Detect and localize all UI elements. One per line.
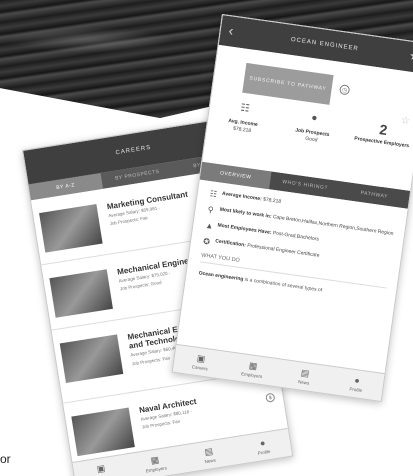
briefcase-icon: ▣ xyxy=(95,462,106,474)
detail-label: Average Income: xyxy=(221,190,263,203)
stat-job-prospects: ● Job Prospects Good xyxy=(276,108,349,147)
nav-careers[interactable]: ▣ Careers xyxy=(173,345,229,379)
career-thumbnail xyxy=(59,334,124,383)
person-icon: ● xyxy=(353,374,361,386)
careers-title: CAREERS xyxy=(115,144,152,157)
nav-label: Careers xyxy=(191,363,209,371)
detail-title: OCEAN ENGINEER xyxy=(290,36,359,53)
nav-label: Profile xyxy=(349,385,363,393)
back-arrow-icon[interactable]: ‹ xyxy=(228,22,236,39)
overview-details: ☷ Average Income: $78,218 ⚲ Most likely … xyxy=(176,179,408,378)
book-icon: ▤ xyxy=(203,445,214,457)
briefcase-icon: ▣ xyxy=(196,352,207,364)
nav-label: News xyxy=(204,457,217,464)
star-icon[interactable]: ★ xyxy=(408,49,413,65)
nav-news[interactable]: ▤ News xyxy=(180,437,238,472)
book-icon: ▤ xyxy=(300,367,311,379)
detail-value: $78,218 xyxy=(262,196,282,206)
detail-value: Professional Engineer Certificate xyxy=(246,242,320,259)
description-rest: is a combination of several types of xyxy=(242,276,323,294)
nav-news[interactable]: ▤ News xyxy=(277,360,333,394)
career-thumbnail xyxy=(39,204,103,253)
clock-icon: ◷ xyxy=(338,84,351,96)
partial-caption-text: or xyxy=(0,452,11,466)
person-icon: ● xyxy=(258,437,266,448)
detail-label: Most likely to work in: xyxy=(219,206,272,220)
building-icon: ▦ xyxy=(248,359,259,371)
nav-profile[interactable]: ● Profile xyxy=(329,367,385,401)
subscribe-button[interactable]: SUBSCRIBE TO PATHWAY xyxy=(242,62,334,105)
nav-profile[interactable]: ● Profile xyxy=(234,429,292,464)
nav-employers[interactable]: ▦ Employers xyxy=(225,352,281,386)
career-thumbnail xyxy=(49,269,113,318)
detail-label: Most Employees Have: xyxy=(217,222,272,236)
stats-row: ☷ Avg. Income $78,218 ● Job Prospects Go… xyxy=(207,98,413,157)
career-thumbnail xyxy=(71,407,135,457)
stat-avg-income: ☷ Avg. Income $78,218 xyxy=(207,98,280,137)
detail-text: Average Income: $78,218 xyxy=(221,190,282,207)
detail-value: Post-Grad,Bachelors xyxy=(272,230,320,243)
detail-label: Certification: xyxy=(214,238,247,249)
nav-label: News xyxy=(297,378,310,386)
nav-label: Employers xyxy=(240,370,263,379)
description-bold: Ocean engineering xyxy=(198,270,244,283)
nav-label: Employers xyxy=(145,464,168,474)
building-icon: ▦ xyxy=(149,453,160,466)
nav-label: Profile xyxy=(257,448,271,456)
